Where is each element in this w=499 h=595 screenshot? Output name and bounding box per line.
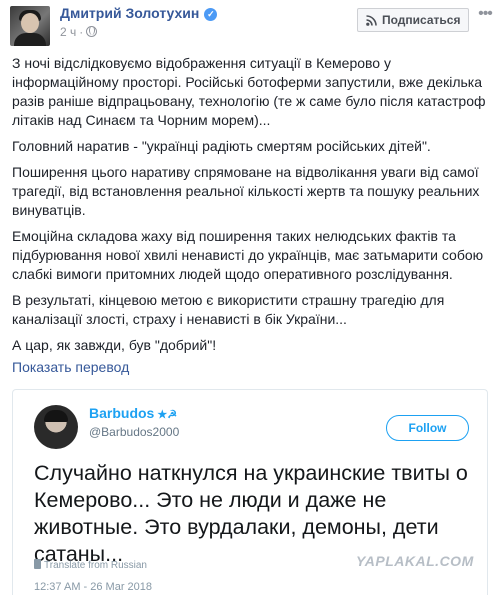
- tweet-author-name-row: Barbudos ★☭: [89, 405, 177, 421]
- rss-icon: [366, 15, 377, 26]
- tweet-author-handle[interactable]: @Barbudos2000: [89, 425, 179, 439]
- site-watermark: YAPLAKAL.COM: [356, 553, 474, 569]
- globe-icon: [86, 26, 98, 37]
- tweet-author-name[interactable]: Barbudos: [89, 405, 154, 421]
- subscribe-button[interactable]: Подписаться: [357, 8, 469, 32]
- tweet-text: Случайно наткнулся на украинские твиты о…: [34, 461, 468, 566]
- post-paragraph: Емоційна складова жаху від поширення так…: [12, 228, 484, 282]
- author-name[interactable]: Дмитрий Золотухин: [60, 5, 199, 21]
- author-avatar[interactable]: [10, 6, 50, 46]
- post-time[interactable]: 2 ч: [60, 25, 76, 39]
- tweet-timestamp[interactable]: 12:37 AM - 26 Mar 2018: [34, 581, 152, 593]
- subscribe-label: Подписаться: [382, 13, 461, 27]
- post-header: Дмитрий Золотухин ✓ 2 ч · Подписаться •••: [0, 0, 499, 46]
- post-paragraph: В результаті, кінцевою метою є використи…: [12, 292, 445, 327]
- post-paragraph: Головний наратив - "українці радіють сме…: [12, 138, 431, 154]
- post-meta: 2 ч ·: [60, 25, 98, 39]
- author-name-row: Дмитрий Золотухин ✓: [60, 5, 218, 21]
- post-paragraph: Поширення цього наративу спрямоване на в…: [12, 164, 480, 218]
- follow-button[interactable]: Follow: [386, 415, 469, 441]
- post-paragraph: А цар, як завжди, був "добрий"!: [12, 337, 217, 353]
- tweet-name-marks: ★☭: [157, 409, 178, 421]
- verified-check-icon: ✓: [204, 8, 218, 21]
- tweet-author-avatar[interactable]: [34, 405, 78, 449]
- post-paragraph: З ночі відслідковуємо відображення ситуа…: [12, 55, 486, 128]
- more-options-icon[interactable]: •••: [476, 6, 494, 25]
- tweet-translate-note[interactable]: Translate from Russian: [34, 559, 147, 571]
- meta-separator: ·: [79, 25, 84, 39]
- post-body: З ночі відслідковуємо відображення ситуа…: [12, 54, 490, 362]
- show-translation-link[interactable]: Показать перевод: [12, 359, 129, 375]
- translate-icon: [34, 559, 41, 569]
- tweet-translate-label: Translate from Russian: [44, 560, 147, 571]
